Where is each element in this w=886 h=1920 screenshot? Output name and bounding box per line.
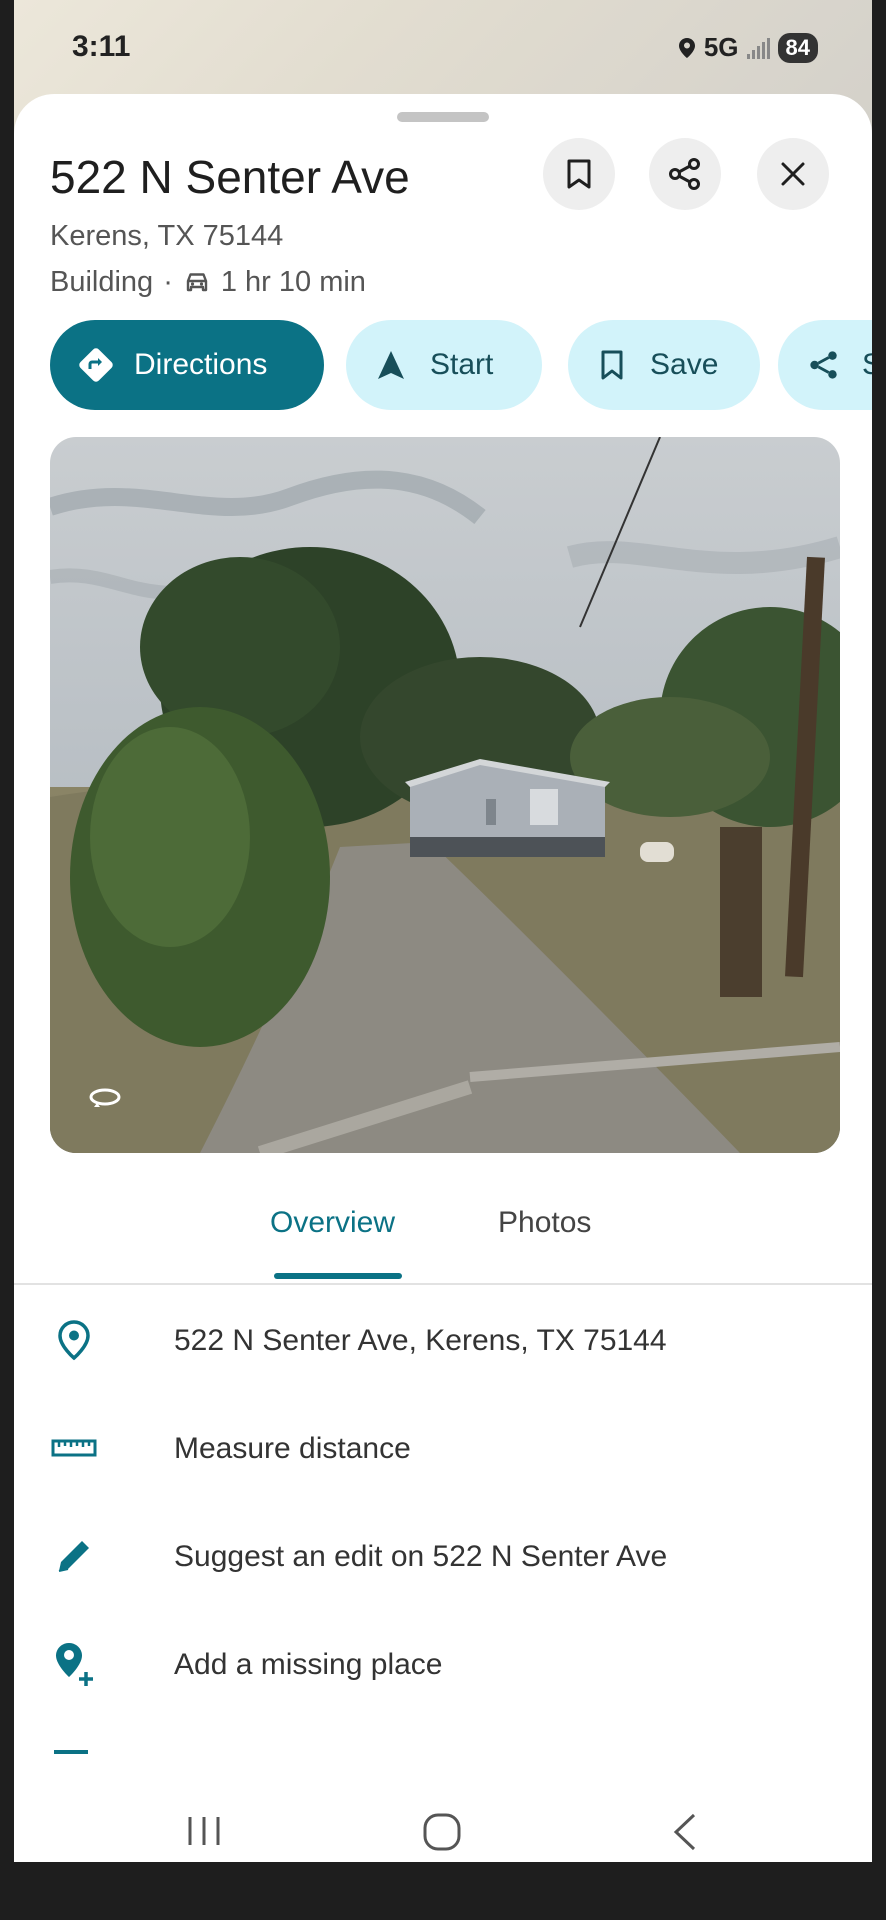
drive-time: 1 hr 10 min (220, 266, 366, 298)
add-missing-place-row[interactable]: Add a missing place (14, 1624, 872, 1704)
tab-photos[interactable]: Photos (498, 1206, 591, 1240)
place-title: 522 N Senter Ave (50, 151, 410, 203)
signal-strength-icon (746, 37, 770, 59)
street-view-360-icon[interactable] (88, 1087, 122, 1109)
location-pin-icon (48, 1314, 100, 1366)
tabs-divider (14, 1283, 872, 1285)
pencil-icon (48, 1530, 100, 1582)
directions-button[interactable]: Directions (50, 320, 324, 410)
directions-icon (79, 348, 113, 382)
device-bezel-left (0, 0, 14, 1920)
save-bookmark-icon (601, 350, 623, 380)
share-chip-icon (810, 351, 837, 379)
ruler-icon (48, 1422, 100, 1474)
directions-label: Directions (134, 348, 268, 381)
address-label: 522 N Senter Ave, Kerens, TX 75144 (174, 1324, 667, 1357)
bookmark-icon (567, 159, 591, 189)
status-time: 3:11 (72, 30, 131, 63)
bookmark-button[interactable] (543, 138, 615, 210)
action-chips: Directions Start Save Sh (50, 320, 872, 410)
save-label: Save (650, 348, 719, 381)
status-bar: 3:11 5G 84 (14, 0, 872, 96)
suggest-edit-label: Suggest an edit on 522 N Senter Ave (174, 1540, 668, 1573)
measure-distance-row[interactable]: Measure distance (14, 1408, 872, 1488)
system-navigation-bar (14, 1794, 872, 1862)
battery-level: 84 (777, 32, 818, 63)
meta-separator: · (163, 266, 173, 298)
measure-distance-label: Measure distance (174, 1432, 411, 1465)
car-icon (186, 272, 208, 291)
street-view-photo[interactable] (50, 437, 840, 1153)
place-bottom-sheet: 522 N Senter Ave Kerens, TX 75144 Buildi… (14, 94, 872, 1862)
home-icon[interactable] (422, 1812, 462, 1852)
share-icon (669, 158, 700, 190)
place-tabs: Overview Photos (14, 1194, 872, 1284)
network-type: 5G (703, 32, 739, 62)
add-location-icon (48, 1638, 100, 1690)
street-view-image (50, 437, 840, 1153)
device-bezel-right (872, 0, 886, 1920)
start-label: Start (430, 348, 494, 381)
share-chip-button[interactable]: Sh (778, 320, 872, 410)
share-button[interactable] (649, 138, 721, 210)
close-button[interactable] (757, 138, 829, 210)
address-row[interactable]: 522 N Senter Ave, Kerens, TX 75144 (14, 1300, 872, 1380)
device-bezel-bottom (0, 1862, 886, 1920)
recents-icon[interactable] (184, 1814, 224, 1848)
back-icon[interactable] (670, 1812, 700, 1852)
status-indicators: 5G 84 (678, 32, 818, 63)
partial-row-icon (54, 1750, 88, 1754)
tab-overview[interactable]: Overview (270, 1206, 395, 1240)
sheet-drag-handle[interactable] (397, 112, 489, 122)
close-icon (781, 162, 805, 186)
location-status-icon (678, 37, 695, 58)
place-category: Building (50, 266, 154, 298)
suggest-edit-row[interactable]: Suggest an edit on 522 N Senter Ave (14, 1516, 872, 1596)
start-button[interactable]: Start (346, 320, 542, 410)
phone-screen: 3:11 5G 84 522 N Senter Ave Kerens, TX 7… (14, 0, 872, 1862)
place-locality: Kerens, TX 75144 (50, 220, 284, 252)
add-missing-place-label: Add a missing place (174, 1648, 443, 1681)
save-button[interactable]: Save (568, 320, 760, 410)
navigation-arrow-icon (378, 351, 404, 379)
active-tab-indicator (274, 1273, 402, 1279)
share-chip-label: Sh (862, 348, 872, 382)
place-meta: Building · 1 hr 10 min (50, 266, 366, 299)
